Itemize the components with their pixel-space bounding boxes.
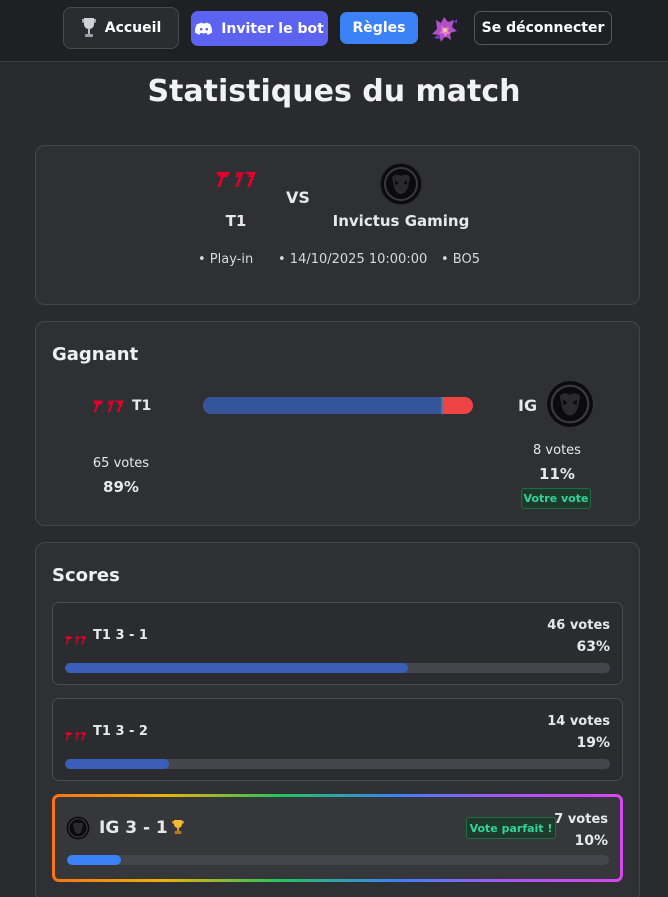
score-option-bar-fill xyxy=(65,759,169,769)
score-option-bar-fill xyxy=(65,663,409,673)
ig-logo-icon xyxy=(66,816,90,844)
ig-logo-icon xyxy=(380,163,422,205)
t1-logo-icon xyxy=(216,170,258,192)
t1-logo-icon xyxy=(65,726,87,745)
score-option-label: IG 3 - 1 xyxy=(99,818,168,838)
trophy-icon xyxy=(171,819,185,839)
score-option-votes: 7 votes xyxy=(554,812,608,827)
team1-vote-count: 65 votes xyxy=(92,456,150,471)
logout-button[interactable]: Se déconnecter xyxy=(474,11,612,45)
page-title: Statistiques du match xyxy=(147,74,521,109)
winner-section-title: Gagnant xyxy=(52,344,139,365)
match-format: • BO5 xyxy=(441,252,480,267)
winner-team2-name: IG xyxy=(518,396,538,415)
discord-icon xyxy=(195,22,213,36)
top-nav-bar: Accueil Inviter le bot Règles Se déconne… xyxy=(0,0,668,62)
team2-vote-percent: 11% xyxy=(539,465,575,483)
score-option-votes: 46 votes xyxy=(547,618,610,633)
score-option-votes: 14 votes xyxy=(547,714,610,729)
logout-button-label: Se déconnecter xyxy=(481,20,605,36)
score-option-label: T1 3 - 1 xyxy=(93,628,148,643)
invite-bot-label: Inviter le bot xyxy=(221,20,324,37)
score-option-item[interactable]: T1 3 - 2 14 votes 19% xyxy=(52,698,623,781)
perfect-vote-badge: Vote parfait ! xyxy=(466,817,556,839)
t1-logo-icon xyxy=(65,630,87,649)
scores-card: Scores T1 3 - 1 46 votes 63% T1 3 - 2 14… xyxy=(35,542,640,897)
score-option-percent: 10% xyxy=(574,833,608,849)
winner-vote-bar xyxy=(203,397,473,414)
match-datetime: • 14/10/2025 10:00:00 xyxy=(278,252,428,267)
invite-bot-button[interactable]: Inviter le bot xyxy=(191,11,328,46)
team2-vote-count: 8 votes xyxy=(533,443,581,458)
score-option-bar xyxy=(65,663,610,673)
user-avatar[interactable] xyxy=(428,12,462,46)
score-option-item[interactable]: T1 3 - 1 46 votes 63% xyxy=(52,602,623,685)
rules-button[interactable]: Règles xyxy=(340,12,418,44)
match-stage: • Play-in xyxy=(198,252,254,267)
winner-card: Gagnant T1 IG 65 votes 89% 8 votes 11% V… xyxy=(35,321,640,526)
score-option-label: T1 3 - 2 xyxy=(93,724,148,739)
winner-vote-bar-fill xyxy=(203,397,444,414)
score-option-percent: 63% xyxy=(576,639,610,655)
score-option-percent: 19% xyxy=(576,735,610,751)
winner-team1-name: T1 xyxy=(132,398,152,414)
match-team1-name: T1 xyxy=(225,212,247,230)
match-card: T1 VS Invictus Gaming • Play-in • 14/10/… xyxy=(35,145,640,305)
match-team2-name: Invictus Gaming xyxy=(332,212,470,230)
home-button[interactable]: Accueil xyxy=(63,7,179,49)
team1-vote-percent: 89% xyxy=(103,478,139,496)
score-option-bar xyxy=(67,855,609,865)
score-option-bar-fill xyxy=(67,855,122,865)
versus-label: VS xyxy=(286,188,310,207)
score-option-bar xyxy=(65,759,610,769)
home-button-label: Accueil xyxy=(104,20,162,36)
ig-logo-icon xyxy=(546,380,594,428)
t1-logo-icon xyxy=(92,398,126,417)
score-option-item-selected[interactable]: IG 3 - 1 Vote parfait ! 7 votes 10% xyxy=(52,794,623,882)
rules-button-label: Règles xyxy=(352,20,406,36)
your-vote-badge: Votre vote xyxy=(521,488,591,509)
scores-section-title: Scores xyxy=(52,565,120,586)
trophy-icon xyxy=(81,17,97,39)
